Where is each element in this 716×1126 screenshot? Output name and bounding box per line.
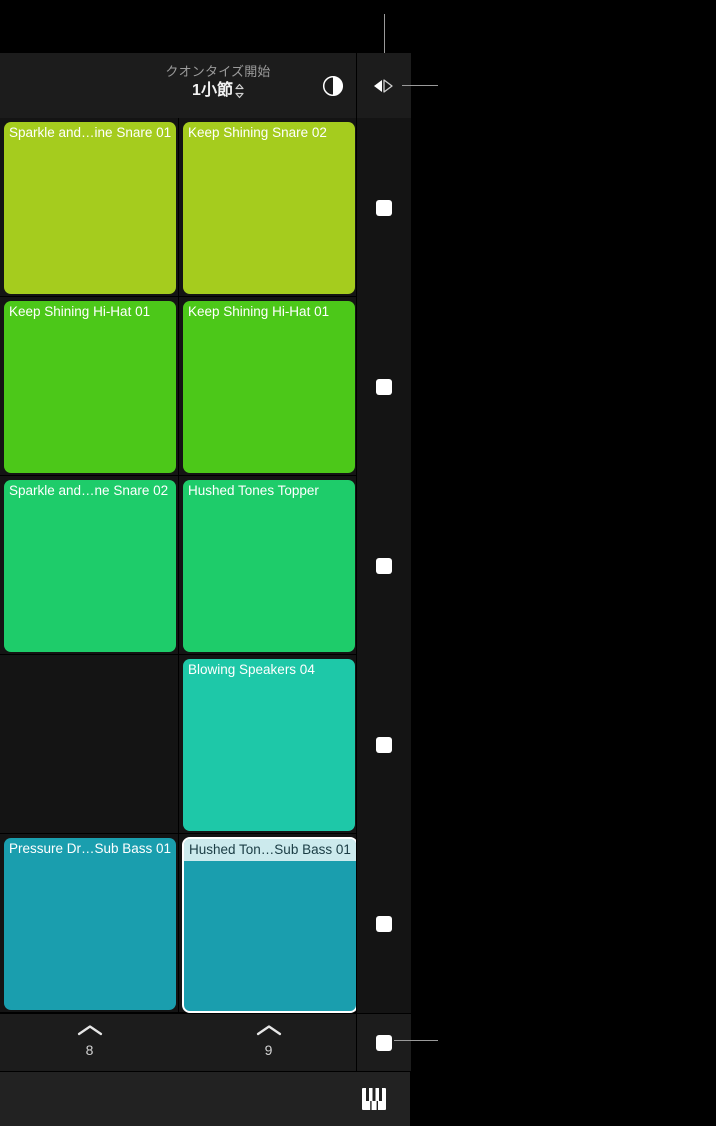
loop-cell[interactable]: Hushed Tones Topper xyxy=(183,480,355,652)
loop-cell[interactable]: Keep Shining Hi-Hat 01 xyxy=(4,301,176,473)
stop-button-column xyxy=(356,118,411,298)
loop-cell-title: Keep Shining Hi-Hat 01 xyxy=(9,304,151,319)
cell-grid-row: Sparkle and…ne Snare 02 Hushed Tones Topp… xyxy=(0,476,411,656)
loop-cell-title: Blowing Speakers 04 xyxy=(188,662,315,677)
piano-keyboard-icon[interactable] xyxy=(362,1088,386,1110)
loop-cell-title: Sparkle and…ine Snare 01 xyxy=(9,125,172,140)
loop-cell[interactable]: Hushed Ton…Sub Bass 01 xyxy=(182,837,358,1013)
stop-button-column xyxy=(356,655,411,835)
loop-cell[interactable]: Keep Shining Snare 02 xyxy=(183,122,355,294)
stop-button-column xyxy=(356,834,411,1014)
cell-slot[interactable]: Keep Shining Hi-Hat 01 xyxy=(0,297,179,476)
playhead-marker-line-right xyxy=(402,85,438,86)
stop-button[interactable] xyxy=(376,557,392,574)
half-circle-contrast-icon[interactable] xyxy=(322,75,344,97)
cell-slot-background xyxy=(0,655,179,834)
quantize-label: クオンタイズ開始 xyxy=(165,64,271,79)
cell-slot[interactable]: Pressure Dr…Sub Bass 01 xyxy=(0,834,179,1013)
quantize-control[interactable]: クオンタイズ開始 1小節 xyxy=(128,63,308,101)
cell-slot[interactable]: Sparkle and…ne Snare 02 xyxy=(0,476,179,655)
loop-cell-title: Hushed Ton…Sub Bass 01 xyxy=(184,839,356,861)
top-gap xyxy=(0,0,716,53)
stop-all-column xyxy=(356,1013,411,1072)
cell-grid-row: Sparkle and…ine Snare 01 Keep Shining Sna… xyxy=(0,118,411,298)
loop-cell[interactable]: Keep Shining Hi-Hat 01 xyxy=(183,301,355,473)
playhead-marker-line xyxy=(384,14,385,53)
stop-button-column xyxy=(356,297,411,477)
scene-number: 8 xyxy=(85,1042,94,1058)
stop-button-column xyxy=(356,476,411,656)
up-down-stepper-icon[interactable] xyxy=(235,82,244,100)
cell-slot[interactable]: Keep Shining Hi-Hat 01 xyxy=(179,297,358,476)
quantize-value[interactable]: 1小節 xyxy=(192,81,233,101)
chevron-up-icon[interactable] xyxy=(77,1023,103,1041)
live-loops-screen: クオンタイズ開始 1小節 Sparkle and…ine Snare 01 Ke… xyxy=(0,0,716,1126)
stop-all-button[interactable] xyxy=(376,1034,392,1051)
scene-footer: 8 9 xyxy=(0,1013,411,1072)
cell-slot[interactable] xyxy=(0,655,179,834)
loop-cell[interactable]: Blowing Speakers 04 xyxy=(183,659,355,831)
cell-grid-row: Blowing Speakers 04 xyxy=(0,655,411,835)
cell-slot[interactable]: Hushed Tones Topper xyxy=(179,476,358,655)
loop-cell-title: Hushed Tones Topper xyxy=(188,483,319,498)
stop-button[interactable] xyxy=(376,199,392,216)
loop-cell[interactable]: Pressure Dr…Sub Bass 01 xyxy=(4,838,176,1010)
stop-button[interactable] xyxy=(376,736,392,753)
cell-slot[interactable]: Blowing Speakers 04 xyxy=(179,655,358,834)
playhead-triangles-icon[interactable] xyxy=(369,78,397,94)
stop-all-marker-line xyxy=(394,1040,438,1041)
loop-cell-title: Keep Shining Hi-Hat 01 xyxy=(188,304,330,319)
cell-grid-row: Keep Shining Hi-Hat 01 Keep Shining Hi-Ha… xyxy=(0,297,411,477)
cell-grid-row: Pressure Dr…Sub Bass 01 Hushed Ton…Sub Ba… xyxy=(0,834,411,1014)
chevron-up-icon[interactable] xyxy=(256,1023,282,1041)
stop-button[interactable] xyxy=(376,915,392,932)
loop-cell-title: Sparkle and…ne Snare 02 xyxy=(9,483,169,498)
stop-button[interactable] xyxy=(376,378,392,395)
cell-grid: Sparkle and…ine Snare 01 Keep Shining Sna… xyxy=(0,118,411,1014)
grid-header: クオンタイズ開始 1小節 xyxy=(0,53,356,119)
scene-number: 9 xyxy=(264,1042,273,1058)
loop-cell-title: Pressure Dr…Sub Bass 01 xyxy=(9,841,172,856)
cell-slot[interactable]: Keep Shining Snare 02 xyxy=(179,118,358,297)
cell-slot[interactable]: Sparkle and…ine Snare 01 xyxy=(0,118,179,297)
loop-cell[interactable]: Sparkle and…ine Snare 01 xyxy=(4,122,176,294)
bottom-toolbar xyxy=(0,1071,410,1126)
loop-cell-title: Keep Shining Snare 02 xyxy=(188,125,327,140)
grid-header-stop-column xyxy=(356,53,411,119)
cell-slot[interactable]: Hushed Ton…Sub Bass 01 xyxy=(179,834,358,1013)
scene-footer-cell[interactable]: 9 xyxy=(179,1013,359,1072)
loop-cell[interactable]: Sparkle and…ne Snare 02 xyxy=(4,480,176,652)
scene-footer-cell[interactable]: 8 xyxy=(0,1013,180,1072)
